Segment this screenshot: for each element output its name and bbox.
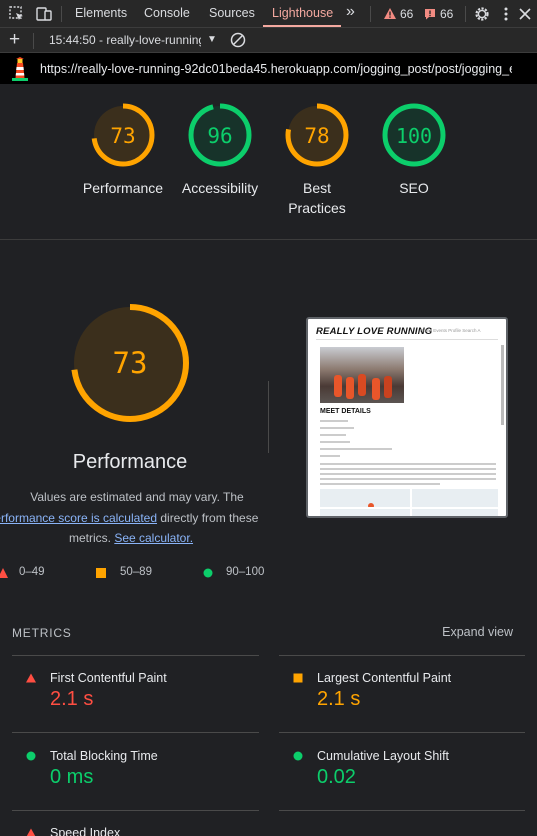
legend-fail-range: 0–49 — [19, 566, 45, 578]
average-square-icon — [293, 673, 303, 683]
score-value: 100 — [396, 124, 432, 148]
chevron-down-icon[interactable]: ▼ — [207, 34, 217, 45]
gauge-label-line2: Practices — [288, 200, 346, 216]
metric-value: 0.02 — [317, 766, 356, 788]
legend-pass-range: 90–100 — [226, 566, 265, 578]
more-tabs-button[interactable]: » — [346, 0, 355, 28]
close-icon[interactable] — [516, 5, 534, 23]
lighthouse-toolbar: + 15:44:50 - really-love-running ▼ — [0, 28, 537, 53]
warnings-count[interactable]: 66 — [400, 7, 413, 21]
clear-icon[interactable] — [229, 31, 247, 49]
divider — [12, 732, 259, 733]
metric-label: Speed Index — [50, 826, 121, 836]
score-gauge: 73 — [91, 103, 155, 167]
separator — [465, 6, 466, 22]
pass-circle-icon — [203, 568, 213, 578]
disclaimer-line-2: performance score is calculated directly… — [0, 508, 262, 529]
score-calculated-link[interactable]: performance score is calculated — [0, 511, 157, 525]
lighthouse-icon — [12, 57, 28, 81]
metric-value: 2.1 s — [317, 688, 361, 710]
report-url: https://really-love-running-92dc01beda45… — [40, 62, 512, 76]
thumbnail-scrollbar — [501, 345, 504, 425]
legend-average-range: 50–89 — [120, 566, 152, 578]
score-disclaimer: Values are estimated and may vary. The p… — [0, 487, 262, 549]
report-url-bar: https://really-love-running-92dc01beda45… — [0, 53, 537, 84]
disclaimer-line-3: metrics. See calculator. — [0, 528, 262, 549]
average-square-icon — [96, 568, 106, 578]
metric-value: 0 ms — [50, 766, 94, 788]
fail-triangle-icon — [0, 568, 8, 578]
tab-lighthouse[interactable]: Lighthouse — [272, 0, 333, 28]
divider — [12, 810, 259, 811]
disclaimer-text: metrics. — [68, 531, 115, 545]
metric-label: Total Blocking Time — [50, 749, 158, 763]
performance-main-gauge: 73 — [71, 304, 189, 422]
fail-triangle-icon — [26, 828, 36, 836]
issues-count[interactable]: 66 — [440, 7, 453, 21]
see-calculator-link[interactable]: See calculator. — [114, 531, 193, 545]
divider — [12, 655, 259, 656]
divider — [279, 655, 525, 656]
tab-sources[interactable]: Sources — [209, 0, 255, 28]
active-tab-indicator — [263, 25, 341, 27]
device-toolbar-icon[interactable] — [35, 5, 53, 23]
divider — [279, 810, 525, 811]
score-gauge: 96 — [188, 103, 252, 167]
kebab-menu-icon[interactable] — [497, 5, 515, 23]
metric-label: Cumulative Layout Shift — [317, 749, 450, 763]
new-report-button[interactable]: + — [9, 29, 20, 51]
metric-value: 2.1 s — [50, 688, 94, 710]
tab-console[interactable]: Console — [144, 0, 190, 28]
gauge-seo[interactable]: 100 SEO — [354, 102, 474, 198]
thumbnail-nav: Home Events Profile Search A — [420, 328, 481, 333]
metric-label: Largest Contentful Paint — [317, 671, 452, 685]
thumbnail-photo — [320, 347, 404, 403]
metric-label: First Contentful Paint — [50, 671, 167, 685]
expand-view-button[interactable]: Expand view — [442, 625, 513, 639]
main-score-value: 73 — [113, 346, 148, 380]
score-gauge: 78 — [285, 103, 349, 167]
gauge-label: SEO — [399, 180, 429, 196]
separator — [370, 6, 371, 22]
divider — [0, 239, 537, 240]
score-gauge: 100 — [382, 103, 446, 167]
metrics-heading: METRICS — [12, 626, 72, 640]
final-screenshot[interactable]: REALLY LOVE RUNNING Home Events Profile … — [306, 317, 508, 518]
warning-icon[interactable] — [383, 7, 397, 21]
fail-triangle-icon — [26, 673, 36, 683]
pass-circle-icon — [293, 751, 303, 761]
divider — [268, 381, 269, 453]
performance-title: Performance — [72, 451, 188, 473]
devtools-tab-bar: Elements Console Sources Lighthouse » 66… — [0, 0, 537, 28]
score-value: 73 — [110, 124, 135, 148]
tab-elements[interactable]: Elements — [75, 0, 127, 28]
score-value: 78 — [304, 124, 329, 148]
thumbnail-map — [320, 489, 498, 516]
separator — [33, 33, 34, 49]
divider — [316, 339, 498, 340]
thumbnail-brand: REALLY LOVE RUNNING — [316, 326, 433, 337]
separator — [61, 6, 62, 22]
inspect-element-icon[interactable] — [8, 5, 26, 23]
issue-icon[interactable] — [423, 7, 437, 21]
score-value: 96 — [207, 124, 232, 148]
report-select[interactable]: 15:44:50 - really-love-running — [49, 33, 201, 47]
disclaimer-line-1: Values are estimated and may vary. The — [30, 490, 244, 504]
gear-icon[interactable] — [473, 5, 491, 23]
divider — [279, 732, 525, 733]
pass-circle-icon — [26, 751, 36, 761]
thumbnail-heading: MEET DETAILS — [320, 408, 371, 415]
disclaimer-text: directly from these — [157, 510, 259, 525]
